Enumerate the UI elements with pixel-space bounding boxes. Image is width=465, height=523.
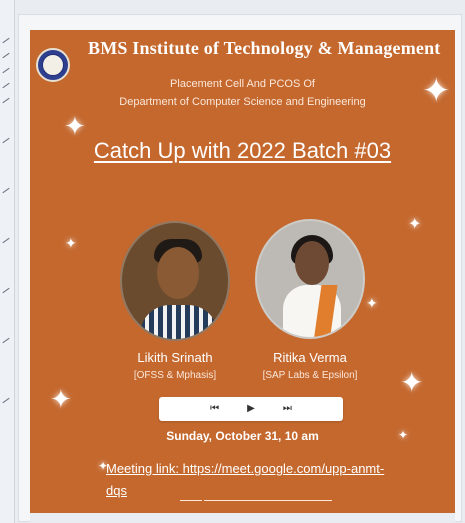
strip-mark	[2, 337, 10, 344]
event-poster: BMS Institute of Technology & Management…	[30, 30, 455, 513]
sparkle-icon: ✦	[65, 235, 77, 251]
strip-mark	[2, 137, 10, 144]
college-seal-icon	[36, 48, 70, 82]
sparkle-icon: ✦	[64, 111, 86, 141]
strip-mark	[2, 82, 10, 89]
strip-mark	[2, 397, 10, 404]
seal-center	[42, 54, 64, 76]
event-datetime: Sunday, October 31, 10 am	[166, 429, 319, 443]
speaker-org: [OFSS & Mphasis]	[133, 370, 217, 381]
sparkle-icon: ✦	[50, 384, 72, 414]
strip-mark	[2, 237, 10, 244]
face	[157, 247, 199, 299]
shirt	[140, 305, 218, 339]
subtitle-line-2: Department of Computer Science and Engin…	[119, 96, 366, 108]
media-player-bar: ⏮ ▶ ⏭	[159, 397, 343, 421]
play-icon[interactable]: ▶	[247, 404, 255, 414]
strip-mark	[2, 97, 10, 104]
strip-mark	[2, 187, 10, 194]
sparkle-icon: ✦	[408, 216, 422, 233]
next-icon[interactable]: ⏭	[283, 404, 292, 414]
sparkle-icon: ✦	[400, 367, 424, 398]
subtitle-line-1: Placement Cell And PCOS Of	[170, 78, 315, 90]
meeting-link-text[interactable]: Meeting link: https://meet.google.com/up…	[106, 461, 384, 476]
speaker-name: Likith Srinath	[137, 350, 213, 365]
left-scroll-strip	[0, 0, 15, 523]
meeting-link[interactable]: Meeting link: https://meet.google.com/up…	[106, 458, 426, 502]
strip-mark	[2, 37, 10, 44]
blank-underline	[180, 500, 202, 501]
institute-title: BMS Institute of Technology & Management	[88, 38, 441, 58]
face	[295, 241, 329, 285]
blank-underline	[204, 500, 332, 501]
event-title: Catch Up with 2022 Batch #03	[93, 138, 392, 163]
meeting-link-text-cont[interactable]: dqs	[106, 483, 127, 498]
strip-mark	[2, 67, 10, 74]
speaker-photo-likith	[120, 221, 230, 341]
previous-icon[interactable]: ⏮	[210, 404, 219, 414]
strip-mark	[2, 52, 10, 59]
strip-mark	[2, 287, 10, 294]
speaker-name: Ritika Verma	[273, 350, 347, 365]
sparkle-icon: ✦	[422, 72, 451, 110]
speaker-org: [SAP Labs & Epsilon]	[262, 370, 358, 381]
speaker-photo-ritika	[255, 219, 365, 339]
sparkle-icon: ✦	[366, 295, 378, 311]
bottom-bar	[30, 513, 455, 523]
